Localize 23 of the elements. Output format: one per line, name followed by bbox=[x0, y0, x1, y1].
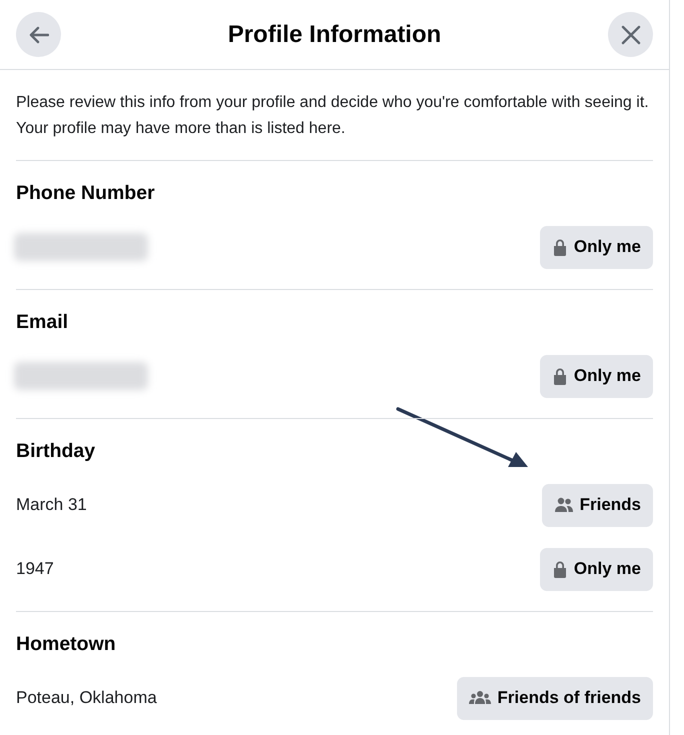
group-icon bbox=[469, 690, 492, 706]
section-title: Phone Number bbox=[16, 181, 156, 206]
people-icon bbox=[554, 497, 574, 513]
field-value: 1947 bbox=[16, 558, 54, 580]
field-value: March 31 bbox=[16, 494, 87, 516]
audience-button[interactable]: Only me bbox=[540, 354, 653, 398]
close-icon bbox=[620, 24, 640, 44]
field-value: Poteau, Oklahoma bbox=[16, 687, 157, 710]
back-button[interactable] bbox=[16, 12, 61, 57]
back-arrow-icon bbox=[28, 26, 48, 44]
audience-button[interactable]: Only me bbox=[540, 226, 653, 268]
audience-button[interactable]: Friends bbox=[542, 484, 653, 526]
window-title: Profile Information bbox=[228, 20, 442, 50]
section-title: Email bbox=[16, 310, 70, 335]
audience-button[interactable]: Friends of friends bbox=[457, 676, 653, 720]
lock-icon bbox=[552, 367, 568, 385]
section-title: Hometown bbox=[16, 632, 117, 657]
close-button[interactable] bbox=[608, 12, 653, 57]
intro-text: Please review this info from your profile and decide who you're comfortable with seeing it. Your profile may have more than is listed here. bbox=[16, 93, 650, 139]
lock-icon bbox=[552, 238, 568, 256]
audience-button[interactable]: Only me bbox=[540, 548, 653, 590]
lock-icon bbox=[552, 560, 568, 578]
section-title: Birthday bbox=[16, 439, 96, 464]
